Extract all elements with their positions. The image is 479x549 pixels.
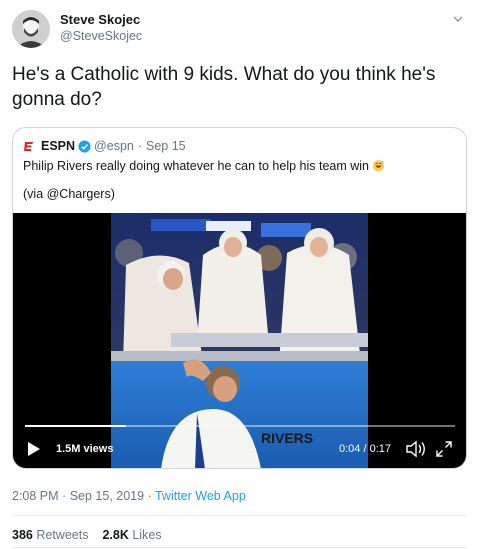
person-avatar-icon [12, 10, 50, 48]
quoted-tweet[interactable]: ESPN @espn · Sep 15 Philip Rivers really… [12, 127, 467, 469]
author-handle[interactable]: @SteveSkojec [60, 28, 142, 44]
retweets-count: 386 [12, 528, 33, 542]
video-views: 1.5M views [56, 443, 114, 455]
volume-icon[interactable] [405, 439, 427, 459]
chevron-down-icon[interactable] [451, 12, 465, 26]
tweet-date[interactable]: Sep 15, 2019 [70, 489, 144, 503]
author-info: Steve Skojec @SteveSkojec [60, 12, 142, 44]
video-timestamp: 0:04 / 0:17 [339, 443, 391, 455]
divider [12, 515, 467, 516]
quoted-via-text: (via @Chargers) [23, 187, 115, 201]
video-player[interactable]: RIVERS 1.5M views 0:04 / 0:17 [13, 213, 466, 468]
quoted-date[interactable]: Sep 15 [146, 138, 186, 154]
tweet-text: He's a Catholic with 9 kids. What do you… [12, 64, 436, 110]
author-avatar[interactable] [12, 10, 50, 48]
espn-logo-icon [23, 139, 35, 153]
grinning-sweat-emoji-icon [372, 160, 385, 172]
separator-dot: · [137, 139, 143, 153]
video-frame: RIVERS [111, 213, 368, 468]
tweet-time[interactable]: 2:08 PM [12, 489, 59, 503]
likes-label: Likes [132, 528, 162, 542]
quoted-author-handle[interactable]: @espn [94, 138, 134, 154]
tweet-source-app[interactable]: Twitter Web App [155, 489, 246, 503]
svg-text:RIVERS: RIVERS [261, 430, 313, 446]
quoted-author-name[interactable]: ESPN [41, 138, 75, 154]
meta-separator-1: · [62, 489, 67, 503]
fullscreen-icon[interactable] [436, 441, 452, 457]
likes-stat[interactable]: 2.8K Likes [102, 528, 161, 542]
author-name[interactable]: Steve Skojec [60, 12, 142, 28]
meta-separator-2: · [147, 489, 152, 503]
likes-count: 2.8K [102, 528, 129, 542]
quoted-tweet-header: ESPN @espn · Sep 15 [23, 138, 186, 154]
divider-bottom [12, 547, 467, 548]
quoted-tweet-text: Philip Rivers really doing whatever he c… [23, 158, 385, 174]
retweets-stat[interactable]: 386 Retweets [12, 528, 88, 542]
video-progress-bar[interactable] [25, 425, 455, 427]
play-icon[interactable] [27, 441, 41, 457]
verified-badge-icon [78, 139, 91, 153]
tweet-meta: 2:08 PM · Sep 15, 2019 · Twitter Web App [12, 489, 246, 503]
tweet: Steve Skojec @SteveSkojec He's a Catholi… [0, 0, 479, 549]
quoted-text-content: Philip Rivers really doing whatever he c… [23, 159, 370, 173]
video-progress-fill [25, 425, 127, 427]
tweet-stats: 386 Retweets 2.8K Likes [12, 528, 162, 542]
retweets-label: Retweets [36, 528, 89, 542]
